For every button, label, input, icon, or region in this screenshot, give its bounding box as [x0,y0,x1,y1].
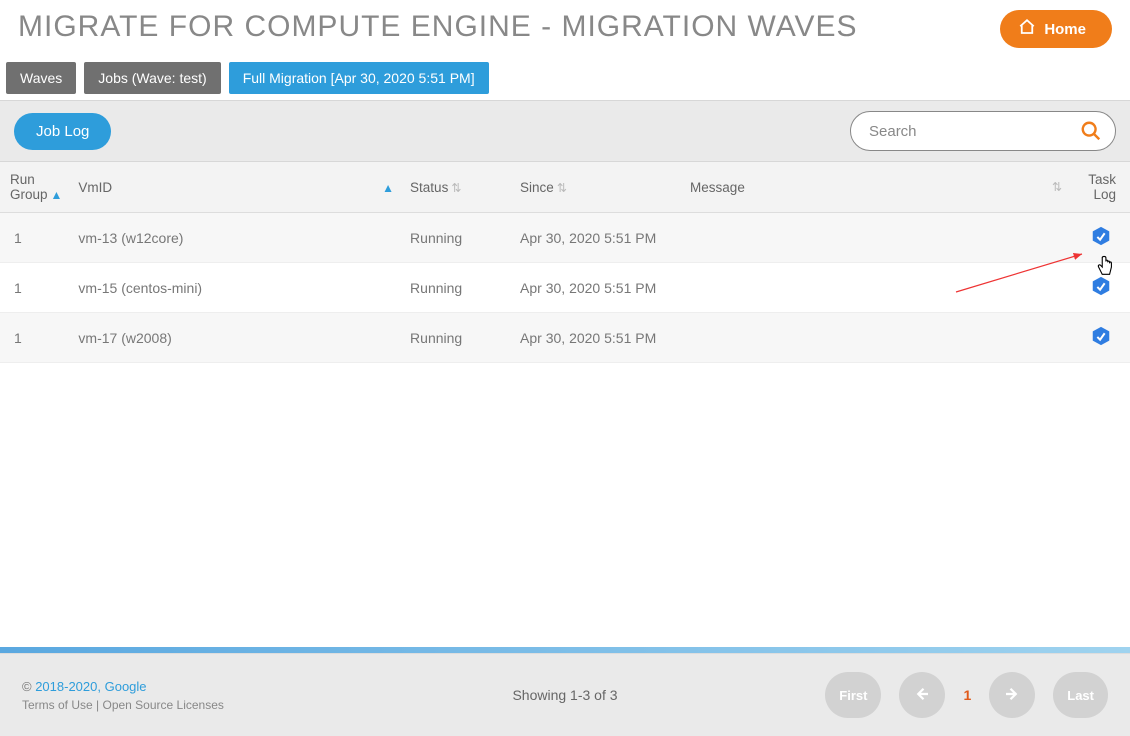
sort-icon: ⇅ [451,181,461,195]
home-icon [1018,18,1036,40]
cell-since: Apr 30, 2020 5:51 PM [512,263,682,313]
cell-since: Apr 30, 2020 5:51 PM [512,313,682,363]
cell-status: Running [402,313,512,363]
pager-next-button[interactable] [989,672,1035,718]
arrow-right-icon [1003,685,1021,706]
copyright-link[interactable]: 2018-2020, Google [35,679,146,694]
sort-icon: ⇅ [557,181,567,195]
cell-status: Running [402,263,512,313]
cell-message [682,263,1078,313]
home-button[interactable]: Home [1000,10,1112,48]
pager-first-button[interactable]: First [825,672,881,718]
cell-run-group: 1 [0,213,70,263]
page-title: Migrate for Compute Engine - Migration W… [18,10,858,44]
sort-up-icon: ▲ [382,181,394,195]
table-row[interactable]: 1vm-15 (centos-mini)RunningApr 30, 2020 … [0,263,1130,313]
table-row[interactable]: 1vm-13 (w12core)RunningApr 30, 2020 5:51… [0,213,1130,263]
showing-text: Showing 1-3 of 3 [512,687,617,703]
task-log-icon[interactable] [1090,225,1112,247]
cell-run-group: 1 [0,263,70,313]
cell-since: Apr 30, 2020 5:51 PM [512,213,682,263]
cell-vmid: vm-13 (w12core) [70,213,402,263]
job-log-button[interactable]: Job Log [14,113,111,150]
pager-prev-button[interactable] [899,672,945,718]
pager-last-button[interactable]: Last [1053,672,1108,718]
tab-waves[interactable]: Waves [6,62,76,94]
pager-current-page: 1 [963,687,971,703]
cell-message [682,213,1078,263]
task-log-icon[interactable] [1090,325,1112,347]
cell-vmid: vm-17 (w2008) [70,313,402,363]
cell-run-group: 1 [0,313,70,363]
home-label: Home [1044,21,1086,38]
search-input[interactable] [850,111,1116,151]
column-status[interactable]: Status⇅ [402,162,512,213]
column-message[interactable]: Message⇅ [682,162,1078,213]
tab-full-migration[interactable]: Full Migration [Apr 30, 2020 5:51 PM] [229,62,489,94]
search-icon[interactable] [1080,120,1102,142]
table-row[interactable]: 1vm-17 (w2008)RunningApr 30, 2020 5:51 P… [0,313,1130,363]
cell-vmid: vm-15 (centos-mini) [70,263,402,313]
licenses-link[interactable]: Open Source Licenses [102,698,223,712]
column-since[interactable]: Since⇅ [512,162,682,213]
arrow-left-icon [913,685,931,706]
cell-status: Running [402,213,512,263]
column-run-group[interactable]: Run Group▲ [0,162,70,213]
cell-message [682,313,1078,363]
copyright: © 2018-2020, Google [22,679,224,694]
sort-up-icon: ▲ [51,188,63,202]
task-log-icon[interactable] [1090,275,1112,297]
terms-link[interactable]: Terms of Use [22,698,93,712]
tab-jobs[interactable]: Jobs (Wave: test) [84,62,220,94]
column-task-log[interactable]: Task Log [1078,162,1130,213]
sort-icon: ⇅ [1052,180,1062,194]
column-vmid[interactable]: VmID▲ [70,162,402,213]
